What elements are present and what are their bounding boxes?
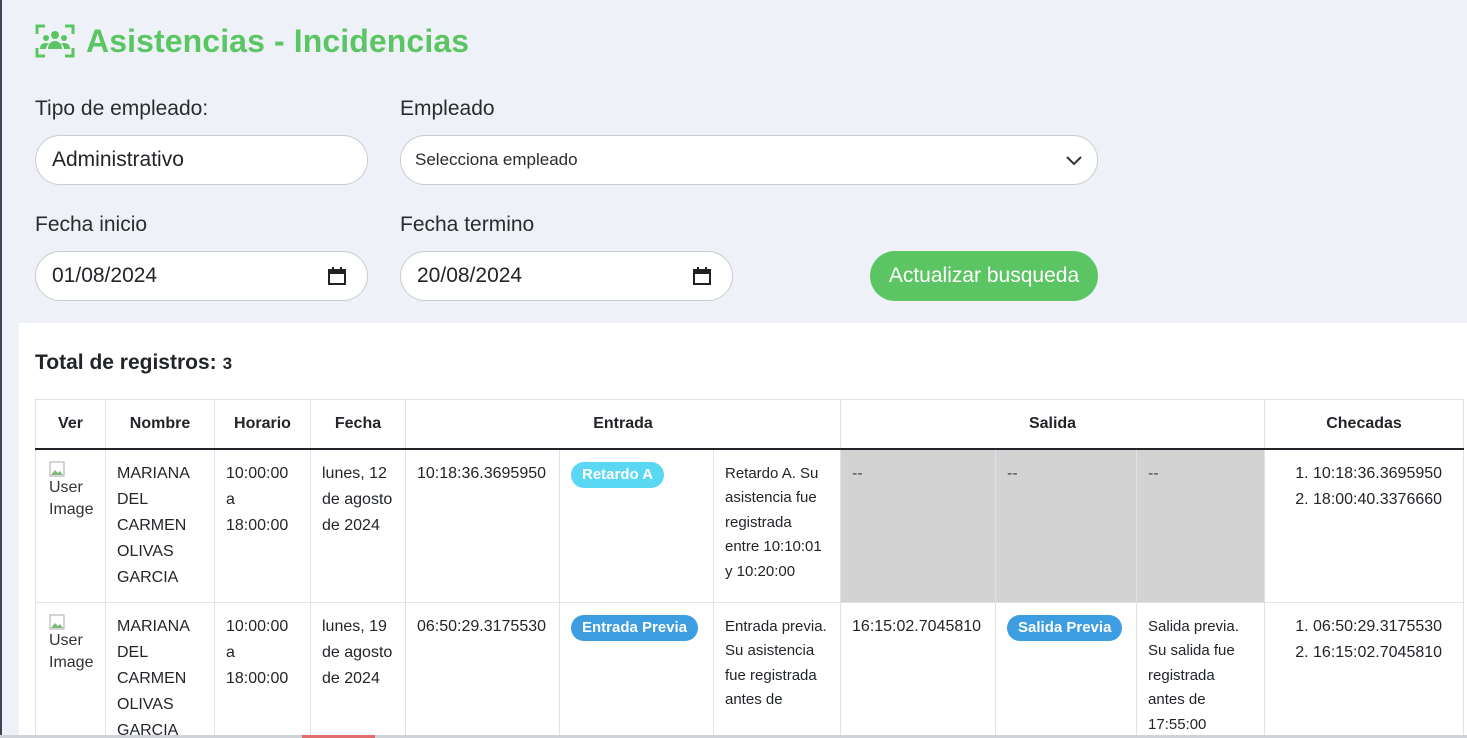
entrada-hora-cell: 06:50:29.3175530 [405,601,560,738]
entrada-msg-cell: Retardo A. Su asistencia fue registrada … [712,448,842,603]
horario-fin: 18:00:00 [226,516,289,534]
fecha-cell: lunes, 12 de agosto de 2024 [310,448,406,603]
fecha-termino-label: Fecha termino [400,213,535,236]
salida-hora-cell: -- [840,448,997,603]
header-entrada: Entrada [404,399,842,450]
empleado-label: Empleado [400,97,495,120]
tipo-empleado-input[interactable]: Administrativo [35,135,368,185]
user-image[interactable]: User Image [47,614,107,674]
actualizar-busqueda-button[interactable]: Actualizar busqueda [870,251,1098,301]
salida-msg-cell: -- [1136,448,1266,603]
tipo-empleado-label: Tipo de empleado: [35,97,209,120]
checadas-cell: 10:18:36.3695950 18:00:40.3376660 [1264,448,1465,603]
fecha-inicio-label: Fecha inicio [35,213,148,236]
checadas-list: 06:50:29.3175530 16:15:02.7045810 [1276,614,1452,666]
ver-cell[interactable]: User Image [35,601,107,738]
status-badge: Retardo A [571,461,665,488]
tipo-empleado-value: Administrativo [52,148,184,171]
fecha-cell: lunes, 19 de agosto de 2024 [310,601,406,738]
total-count: 3 [222,354,233,373]
chevron-down-icon [1066,156,1082,166]
total-registros: Total de registros: 3 [35,351,232,375]
broken-image-icon [49,614,65,629]
page-title: Asistencias - Incidencias [35,22,469,60]
calendar-icon[interactable] [692,266,712,286]
table-row: User Image MARIANA DEL CARMEN OLIVAS GAR… [35,601,1465,738]
horario-sep: a [226,643,235,661]
entrada-badge-cell: Retardo A [559,448,714,603]
header-fecha: Fecha [310,399,406,450]
table-header-row: Ver Nombre Horario Fecha Entrada Salida … [35,399,1465,450]
checadas-cell: 06:50:29.3175530 16:15:02.7045810 [1264,601,1465,738]
checada-item: 06:50:29.3175530 [1313,614,1452,640]
checada-item: 10:18:36.3695950 [1313,461,1452,487]
nombre-cell: MARIANA DEL CARMEN OLIVAS GARCIA [105,448,215,603]
nombre-cell: MARIANA DEL CARMEN OLIVAS GARCIA [105,601,215,738]
horario-inicio: 10:00:00 [226,617,289,635]
entrada-hora-cell: 10:18:36.3695950 [405,448,560,603]
fecha-inicio-value: 01/08/2024 [52,264,158,287]
header-checadas: Checadas [1264,399,1465,450]
fecha-termino-value: 20/08/2024 [417,264,523,287]
entrada-badge-cell: Entrada Previa [559,601,714,738]
fecha-termino-input[interactable]: 20/08/2024 [400,251,733,301]
salida-badge-cell: Salida Previa [995,601,1138,738]
user-image-alt: User Image [49,478,94,518]
horario-cell: 10:00:00 a 18:00:00 [214,448,311,603]
header-horario: Horario [214,399,311,450]
status-badge: Entrada Previa [571,614,699,641]
broken-image-icon [49,461,65,476]
horario-cell: 10:00:00 a 18:00:00 [214,601,311,738]
horario-fin: 18:00:00 [226,669,289,687]
checada-item: 18:00:40.3376660 [1313,487,1452,513]
salida-msg-cell: Salida previa. Su salida fue registrada … [1136,601,1266,738]
user-image[interactable]: User Image [47,461,107,521]
asistencias-table: Ver Nombre Horario Fecha Entrada Salida … [35,399,1465,738]
horario-inicio: 10:00:00 [226,464,289,482]
checada-item: 16:15:02.7045810 [1313,640,1452,666]
calendar-icon[interactable] [327,266,347,286]
header-salida: Salida [840,399,1266,450]
ver-cell[interactable]: User Image [35,448,107,603]
table-row: User Image MARIANA DEL CARMEN OLIVAS GAR… [35,448,1465,603]
status-badge: Salida Previa [1007,614,1123,641]
entrada-msg-cell: Entrada previa. Su asistencia fue regist… [712,601,842,738]
user-image-alt: User Image [49,631,94,671]
users-icon [35,24,75,58]
page-title-text: Asistencias - Incidencias [86,22,470,59]
salida-hora-cell: 16:15:02.7045810 [840,601,997,738]
salida-badge-cell: -- [995,448,1138,603]
horario-sep: a [226,490,235,508]
checadas-list: 10:18:36.3695950 18:00:40.3376660 [1276,461,1452,513]
window-edge [0,0,2,738]
header-ver: Ver [35,399,106,450]
empleado-select-value: Selecciona empleado [415,150,578,169]
header-nombre: Nombre [105,399,215,450]
fecha-inicio-input[interactable]: 01/08/2024 [35,251,368,301]
empleado-select[interactable]: Selecciona empleado [400,135,1098,185]
total-label: Total de registros: [35,351,217,374]
